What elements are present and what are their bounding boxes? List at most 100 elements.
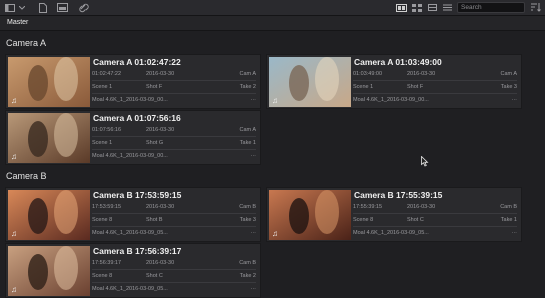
link-icon[interactable]	[78, 2, 89, 13]
clip-thumbnail[interactable]: ♫	[269, 57, 351, 107]
audio-note-icon: ♫	[272, 229, 278, 238]
clip-title: Camera A 01:02:47:22	[93, 57, 181, 67]
clip-filename: Moal 4.6K_1_2016-03-09_05...	[92, 230, 168, 236]
clip-scene: Scene 1	[92, 84, 113, 90]
divider	[92, 269, 256, 270]
search-input[interactable]	[457, 2, 525, 13]
clip-scene: Scene 8	[92, 217, 113, 223]
clip-timecode: 01:07:56:16	[92, 127, 122, 133]
clip-date: 2016-03-30	[146, 260, 175, 266]
clip-take: Take 3	[500, 84, 517, 90]
clip-camera: Cam A	[239, 127, 256, 133]
divider	[353, 226, 517, 227]
section-header-camera-b: Camera B	[6, 171, 47, 181]
toolbar	[0, 0, 545, 16]
divider	[92, 136, 256, 137]
clip-filename: Moal 4.6K_1_2016-03-09_00...	[92, 153, 168, 159]
bin-tab-bar: Master	[0, 16, 545, 31]
clip-camera: Cam B	[239, 260, 256, 266]
divider	[92, 80, 256, 81]
clip-title: Camera B 17:53:59:15	[93, 190, 182, 200]
clip-filename: Moal 4.6K_1_2016-03-09_00...	[92, 97, 168, 103]
clip-date: 2016-03-30	[146, 127, 175, 133]
mouse-pointer-icon	[421, 154, 429, 172]
clip-title: Camera B 17:56:39:17	[93, 246, 182, 256]
clip-scene: Scene 1	[353, 84, 374, 90]
clip-thumbnail[interactable]: ♫	[8, 113, 90, 163]
clip-thumbnail[interactable]: ♫	[269, 190, 351, 240]
metadata-view-icon[interactable]	[427, 2, 437, 13]
clip-shot: Shot F	[407, 84, 424, 90]
clip-card[interactable]: ♫ Camera B 17:53:59:15 17:53:59:15 2016-…	[5, 187, 261, 242]
audio-note-icon: ♫	[11, 152, 17, 161]
more-icon[interactable]: ···	[512, 230, 518, 237]
clip-timecode: 01:03:49:00	[353, 71, 383, 77]
divider	[353, 213, 517, 214]
more-icon[interactable]: ···	[251, 230, 257, 237]
detail-list-icon[interactable]	[442, 2, 452, 13]
clip-timecode: 17:55:39:15	[353, 204, 383, 210]
clip-thumbnail[interactable]: ♫	[8, 57, 90, 107]
clip-shot: Shot F	[146, 84, 163, 90]
panel-toggle-icon[interactable]	[4, 2, 16, 13]
audio-note-icon: ♫	[272, 96, 278, 105]
clip-title: Camera B 17:55:39:15	[354, 190, 443, 200]
clip-date: 2016-03-30	[146, 71, 175, 77]
clip-date: 2016-03-30	[407, 71, 436, 77]
clip-filename: Moal 4.6K_1_2016-03-09_05...	[92, 286, 168, 292]
clip-thumbnail[interactable]: ♫	[8, 246, 90, 296]
clip-take: Take 2	[239, 84, 256, 90]
clip-title: Camera A 01:07:56:16	[93, 113, 181, 123]
clip-card[interactable]: ♫ Camera B 17:55:39:15 17:55:39:15 2016-…	[266, 187, 522, 242]
clip-take: Take 1	[239, 140, 256, 146]
clip-take: Take 2	[239, 273, 256, 279]
clip-shot: Shot G	[146, 140, 164, 146]
clip-scene: Scene 8	[92, 273, 113, 279]
clip-filename: Moal 4.6K_1_2016-03-09_05...	[353, 230, 429, 236]
clip-filename: Moal 4.6K_1_2016-03-09_00...	[353, 97, 429, 103]
section-header-camera-a: Camera A	[6, 38, 47, 48]
divider	[92, 282, 256, 283]
more-icon[interactable]: ···	[251, 97, 257, 104]
clip-take: Take 1	[500, 217, 517, 223]
clip-card[interactable]: ♫ Camera A 01:02:47:22 01:02:47:22 2016-…	[5, 54, 261, 109]
clip-card[interactable]: ♫ Camera A 01:07:56:16 01:07:56:16 2016-…	[5, 110, 261, 165]
clip-timecode: 01:02:47:22	[92, 71, 122, 77]
clip-timecode: 17:53:59:15	[92, 204, 122, 210]
clip-timecode: 17:56:39:17	[92, 260, 122, 266]
more-icon[interactable]: ···	[512, 97, 518, 104]
clip-camera: Cam B	[239, 204, 256, 210]
more-icon[interactable]: ···	[251, 153, 257, 160]
audio-note-icon: ♫	[11, 229, 17, 238]
clip-scene: Scene 1	[92, 140, 113, 146]
thumbnail-view-icon[interactable]	[411, 2, 422, 13]
new-bin-icon[interactable]	[38, 2, 48, 13]
clip-shot: Shot C	[407, 217, 424, 223]
clip-scene: Scene 8	[353, 217, 374, 223]
divider	[92, 213, 256, 214]
clip-camera: Cam A	[500, 71, 517, 77]
clip-thumbnail[interactable]: ♫	[8, 190, 90, 240]
media-icon[interactable]	[56, 2, 68, 13]
sort-icon[interactable]	[530, 2, 542, 13]
clip-camera: Cam B	[500, 204, 517, 210]
clip-shot: Shot C	[146, 273, 163, 279]
divider	[92, 93, 256, 94]
divider	[353, 93, 517, 94]
more-icon[interactable]: ···	[251, 286, 257, 293]
bin-tab-master[interactable]: Master	[4, 16, 31, 30]
clip-date: 2016-03-30	[146, 204, 175, 210]
clip-title: Camera A 01:03:49:00	[354, 57, 442, 67]
divider	[92, 149, 256, 150]
divider	[92, 226, 256, 227]
audio-note-icon: ♫	[11, 285, 17, 294]
clip-camera: Cam A	[239, 71, 256, 77]
audio-note-icon: ♫	[11, 96, 17, 105]
clip-card[interactable]: ♫ Camera B 17:56:39:17 17:56:39:17 2016-…	[5, 243, 261, 298]
clip-date: 2016-03-30	[407, 204, 436, 210]
clip-take: Take 3	[239, 217, 256, 223]
list-view-icon[interactable]	[395, 2, 407, 13]
clip-card[interactable]: ♫ Camera A 01:03:49:00 01:03:49:00 2016-…	[266, 54, 522, 109]
chevron-down-icon[interactable]	[18, 2, 26, 13]
clip-shot: Shot B	[146, 217, 163, 223]
